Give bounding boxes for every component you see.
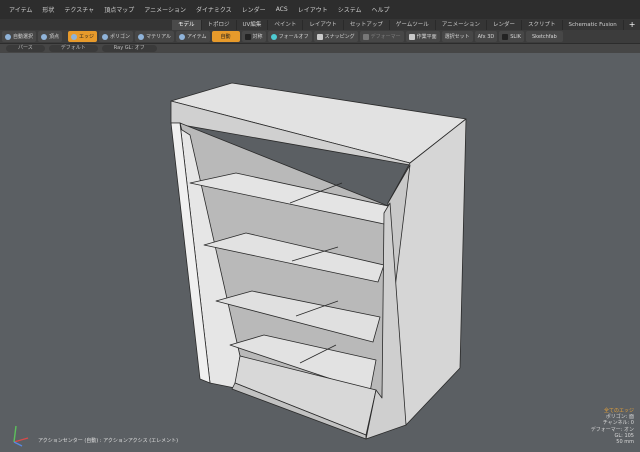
action-center-status: アクションセンター (自動) : アクションアクシス (エレメント) (38, 438, 179, 444)
vertex-label: 頂点 (49, 34, 60, 40)
viewport-header: パース デフォルト Ray GL: オフ (0, 44, 640, 53)
material-icon (138, 33, 145, 40)
mesh-info-panel: 全てのエッジ ポリゴン: 面 チャンネル: 0 デフォーマー: オン GL: 1… (591, 408, 634, 445)
workplane-label: 作業平面 (416, 34, 437, 40)
select-icon (5, 33, 11, 40)
3d-viewport[interactable] (0, 53, 640, 452)
menu-item-dynamics[interactable]: ダイナミクス (191, 5, 237, 14)
edge-icon (71, 33, 78, 40)
tab-topology[interactable]: トポロジ (202, 19, 237, 30)
deform-label: デフォーマー (370, 34, 401, 40)
falloff-label: フォールオフ (278, 34, 309, 40)
snapping-icon (316, 33, 323, 40)
raygl-toggle[interactable]: Ray GL: オフ (101, 45, 157, 52)
edge-label: エッジ (79, 34, 95, 40)
tab-script[interactable]: スクリプト (522, 19, 563, 30)
snapping-button[interactable]: スナッピング (313, 31, 358, 42)
tab-game-tools[interactable]: ゲームツール (390, 19, 436, 30)
tab-schematic-fusion[interactable]: Schematic Fusion (563, 19, 624, 30)
afx-3d-label: Afx 3D (477, 33, 495, 40)
material-mode-button[interactable]: マテリアル (135, 31, 175, 42)
snapping-label: スナッピング (324, 34, 355, 40)
menu-item-vertex-map[interactable]: 頂点マップ (99, 5, 139, 14)
polygon-label: ポリゴン (110, 34, 131, 40)
tool-bar: 自動選択 頂点 エッジ ポリゴン マテリアル アイテム 自動 対称 フォールオフ… (0, 30, 640, 44)
auto-label: 自動 (220, 34, 231, 40)
material-label: マテリアル (146, 34, 172, 40)
auto-select-label: 自動選択 (13, 34, 34, 40)
sketchfab-button[interactable]: Sketchfab (525, 31, 563, 42)
view-perspective-dropdown[interactable]: パース (6, 45, 45, 52)
workplane-button[interactable]: 作業平面 (405, 31, 440, 42)
item-mode-button[interactable]: アイテム (176, 31, 210, 42)
axis-gizmo-icon (13, 425, 29, 447)
symmetry-icon (244, 33, 251, 40)
tab-layout[interactable]: レイアウト (303, 19, 344, 30)
menu-item-render[interactable]: レンダー (237, 5, 271, 14)
menu-item-geometry[interactable]: 形状 (37, 5, 59, 14)
edge-mode-button[interactable]: エッジ (68, 31, 98, 42)
info-line: デフォーマー: オン (590, 426, 634, 433)
sketchfab-label: Sketchfab (531, 33, 557, 40)
polygon-mode-button[interactable]: ポリゴン (99, 31, 134, 42)
menu-item-help[interactable]: ヘルプ (367, 5, 395, 14)
deform-icon (362, 33, 369, 40)
auto-select-button[interactable]: 自動選択 (2, 31, 37, 42)
shading-default-dropdown[interactable]: デフォルト (48, 45, 98, 52)
menu-item-acs[interactable]: ACS (271, 6, 293, 13)
vertex-mode-button[interactable]: 頂点 (38, 31, 63, 42)
deform-button[interactable]: デフォーマー (359, 31, 404, 42)
afx-3d-button[interactable]: Afx 3D (474, 31, 498, 42)
tab-paint[interactable]: ペイント (268, 19, 304, 30)
info-line: 50 mm (616, 439, 634, 446)
layout-tab-bar: モデル トポロジ UV編集 ペイント レイアウト セットアップ ゲームツール ア… (0, 19, 640, 30)
menu-item-layout[interactable]: レイアウト (293, 5, 333, 14)
slik-icon (502, 33, 509, 40)
slik-button[interactable]: SLIK (499, 31, 524, 42)
bookshelf-mesh (170, 82, 467, 440)
selection-set-button[interactable]: 選択セット (441, 31, 473, 42)
add-tab-button[interactable]: + (624, 20, 640, 29)
tab-uv-edit[interactable]: UV編集 (237, 19, 269, 30)
auto-action-center-button[interactable]: 自動 (211, 31, 240, 42)
menu-item-animation[interactable]: アニメーション (139, 5, 191, 14)
workplane-icon (408, 33, 415, 40)
tab-animation[interactable]: アニメーション (436, 19, 487, 30)
slik-label: SLIK (510, 33, 521, 40)
tab-model[interactable]: モデル (172, 19, 202, 30)
falloff-icon (270, 33, 277, 40)
tab-render[interactable]: レンダー (487, 19, 523, 30)
vertex-icon (41, 33, 48, 40)
symmetry-label: 対称 (252, 34, 263, 40)
menu-bar: アイテム 形状 テクスチャ 頂点マップ アニメーション ダイナミクス レンダー … (0, 0, 640, 19)
menu-item-system[interactable]: システム (333, 5, 367, 14)
menu-item-texture[interactable]: テクスチャ (59, 5, 99, 14)
symmetry-button[interactable]: 対称 (241, 31, 266, 42)
polygon-icon (102, 33, 109, 40)
tab-setup[interactable]: セットアップ (344, 19, 390, 30)
falloff-button[interactable]: フォールオフ (267, 31, 312, 42)
menu-item-item[interactable]: アイテム (4, 5, 37, 14)
selection-set-label: 選択セット (444, 34, 470, 40)
item-icon (179, 33, 186, 40)
item-label: アイテム (187, 34, 207, 40)
